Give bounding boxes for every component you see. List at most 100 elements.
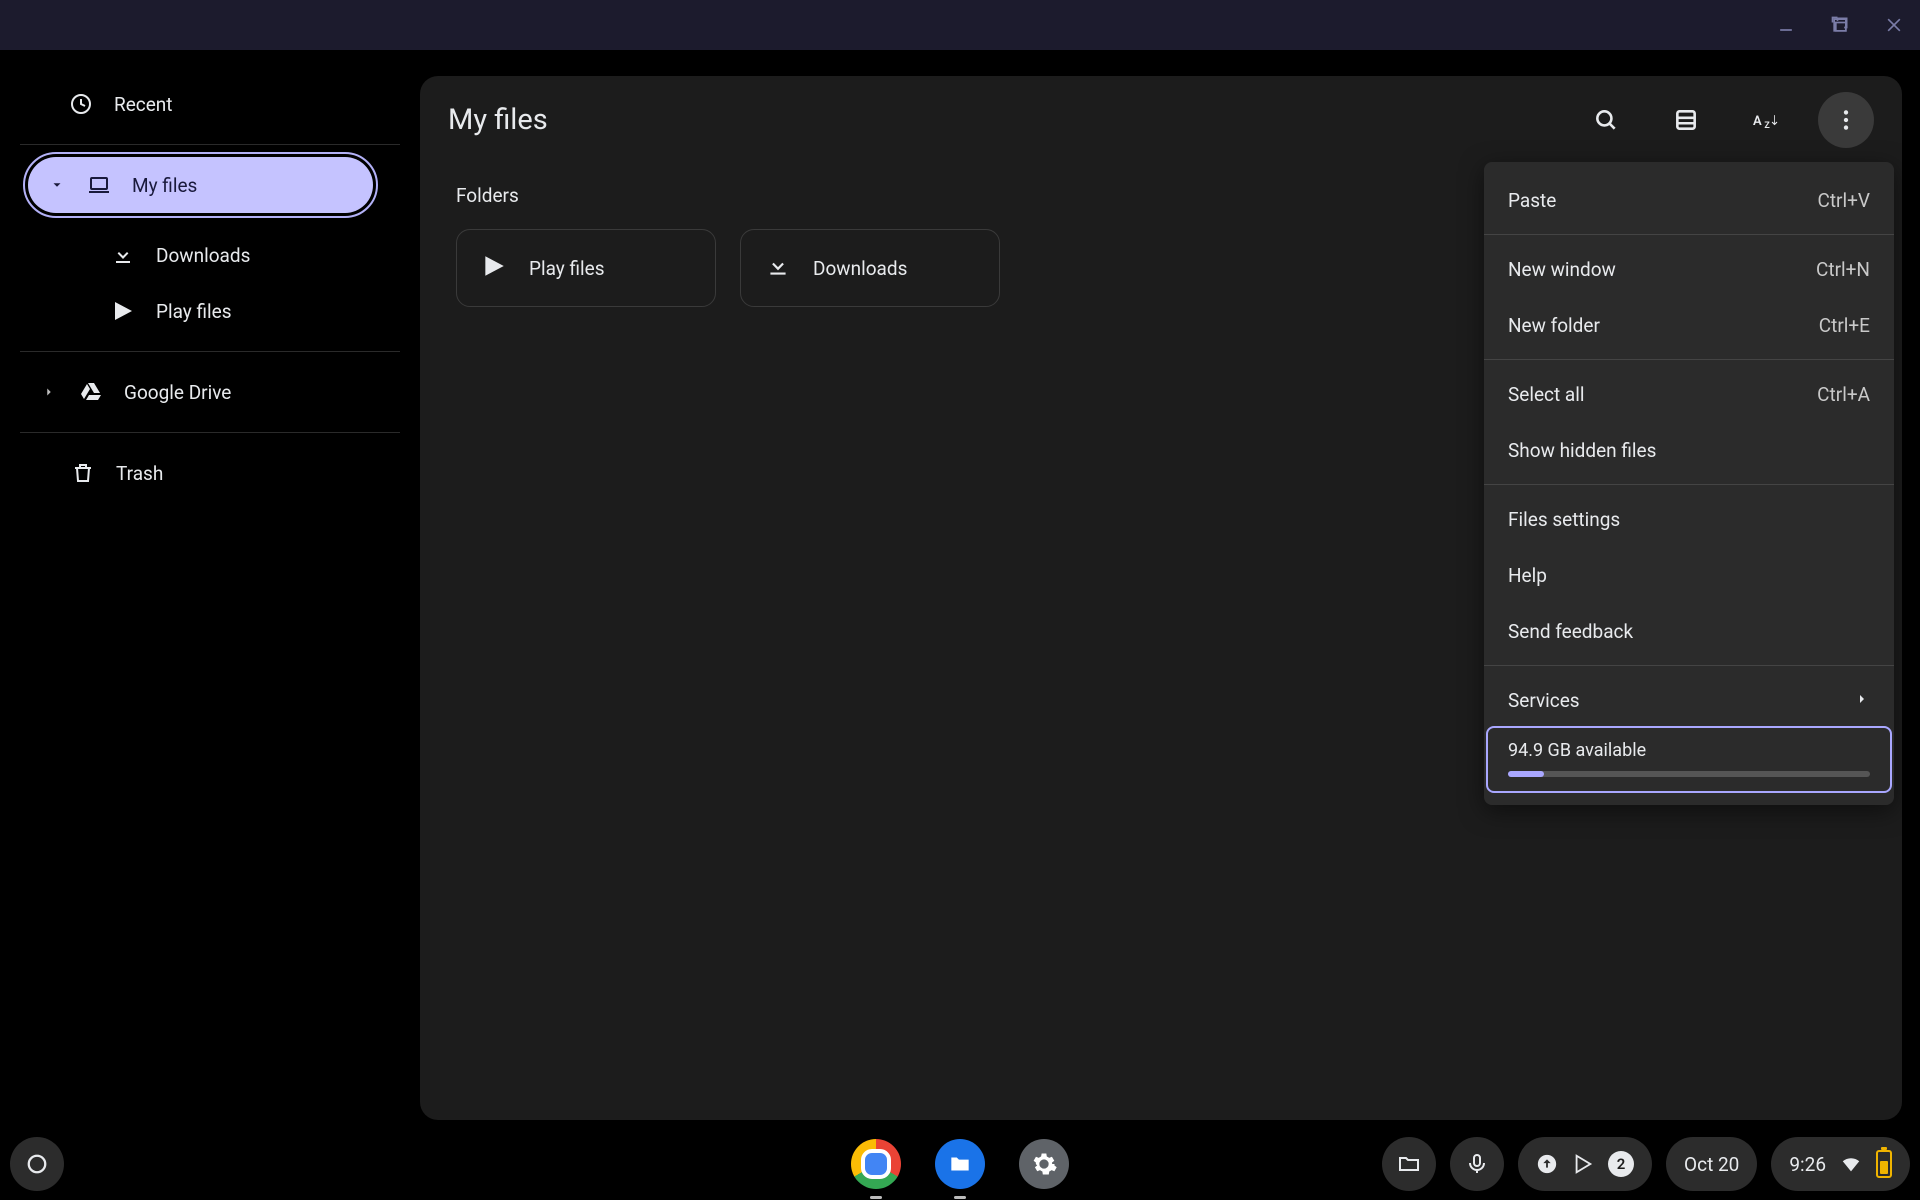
gear-icon (1019, 1139, 1069, 1189)
menu-label: Send feedback (1508, 620, 1633, 643)
storage-fill (1508, 771, 1544, 777)
sidebar-item-my-files[interactable]: My files (28, 157, 373, 213)
divider (1484, 359, 1894, 360)
more-vertical-icon (1833, 107, 1859, 133)
more-options-menu: Paste Ctrl+V New window Ctrl+N New folde… (1484, 162, 1894, 805)
notifications-badge: 2 (1608, 1151, 1634, 1177)
shelf: 2 Oct 20 9:26 (0, 1128, 1920, 1200)
divider (1484, 665, 1894, 666)
sidebar-item-trash[interactable]: Trash (20, 445, 400, 501)
menu-shortcut: Ctrl+V (1817, 189, 1870, 212)
close-button[interactable] (1880, 11, 1908, 39)
minimize-icon (1776, 15, 1796, 35)
close-icon (1884, 15, 1904, 35)
tray-status[interactable]: 9:26 (1771, 1137, 1910, 1191)
main-panel: My files AZ Folders Play files (420, 76, 1902, 1120)
launcher-icon (26, 1153, 48, 1175)
menu-item-send-feedback[interactable]: Send feedback (1484, 603, 1894, 659)
window-titlebar (0, 0, 1920, 50)
menu-label: Paste (1508, 189, 1556, 212)
menu-item-select-all[interactable]: Select all Ctrl+A (1484, 366, 1894, 422)
sort-button[interactable]: AZ (1738, 92, 1794, 148)
sidebar-label: Downloads (156, 244, 250, 267)
menu-item-storage[interactable]: 94.9 GB available (1488, 728, 1890, 791)
menu-label: Help (1508, 564, 1547, 587)
main-header: My files AZ (420, 76, 1902, 164)
date-label: Oct 20 (1684, 1153, 1739, 1176)
divider (20, 432, 400, 433)
folder-label: Play files (529, 257, 605, 280)
running-indicator (870, 1196, 882, 1199)
chevron-right-icon (1854, 689, 1870, 712)
folder-icon (1397, 1152, 1421, 1176)
sidebar-label: Google Drive (124, 381, 231, 404)
play-icon (110, 298, 136, 324)
files-icon (935, 1139, 985, 1189)
folder-card-downloads[interactable]: Downloads (740, 229, 1000, 307)
menu-item-new-window[interactable]: New window Ctrl+N (1484, 241, 1894, 297)
maximize-button[interactable] (1826, 11, 1854, 39)
divider (1484, 484, 1894, 485)
tray-files-button[interactable] (1382, 1137, 1436, 1191)
menu-item-show-hidden[interactable]: Show hidden files (1484, 422, 1894, 478)
sidebar-label: Play files (156, 300, 232, 323)
toolbar: AZ (1578, 92, 1874, 148)
trash-icon (70, 460, 96, 486)
tray-notifications[interactable]: 2 (1518, 1137, 1652, 1191)
shelf-status-area: 2 Oct 20 9:26 (1382, 1137, 1910, 1191)
battery-icon (1876, 1150, 1892, 1178)
menu-item-new-folder[interactable]: New folder Ctrl+E (1484, 297, 1894, 353)
search-button[interactable] (1578, 92, 1634, 148)
sidebar-item-downloads[interactable]: Downloads (20, 227, 400, 283)
time-label: 9:26 (1789, 1153, 1826, 1176)
sidebar-label: Recent (114, 93, 173, 116)
app-settings[interactable] (1017, 1137, 1071, 1191)
menu-item-files-settings[interactable]: Files settings (1484, 491, 1894, 547)
view-toggle-button[interactable] (1658, 92, 1714, 148)
sidebar-label: Trash (116, 462, 163, 485)
menu-shortcut: Ctrl+E (1819, 314, 1870, 337)
app-files[interactable] (933, 1137, 987, 1191)
more-options-button[interactable] (1818, 92, 1874, 148)
download-icon (110, 242, 136, 268)
menu-label: Show hidden files (1508, 439, 1656, 462)
search-icon (1593, 107, 1619, 133)
chevron-right-icon (40, 385, 58, 399)
laptop-icon (86, 172, 112, 198)
list-view-icon (1673, 107, 1699, 133)
app-chrome[interactable] (849, 1137, 903, 1191)
running-indicator (954, 1196, 966, 1199)
sort-az-icon: AZ (1753, 107, 1779, 133)
wifi-icon (1840, 1153, 1862, 1175)
menu-label: Files settings (1508, 508, 1620, 531)
minimize-button[interactable] (1772, 11, 1800, 39)
menu-label: New folder (1508, 314, 1600, 337)
download-icon (765, 253, 791, 284)
chrome-icon (851, 1139, 901, 1189)
sidebar-item-play-files[interactable]: Play files (20, 283, 400, 339)
tray-mic-button[interactable] (1450, 1137, 1504, 1191)
play-icon (481, 253, 507, 284)
svg-text:Z: Z (1764, 121, 1770, 131)
menu-item-paste[interactable]: Paste Ctrl+V (1484, 172, 1894, 228)
sidebar-item-recent[interactable]: Recent (20, 76, 400, 132)
menu-item-help[interactable]: Help (1484, 547, 1894, 603)
sidebar-label: My files (132, 174, 197, 197)
upload-notif-icon (1536, 1153, 1558, 1175)
folder-card-play-files[interactable]: Play files (456, 229, 716, 307)
divider (20, 351, 400, 352)
menu-label: New window (1508, 258, 1616, 281)
menu-shortcut: Ctrl+N (1816, 258, 1870, 281)
drive-icon (78, 379, 104, 405)
tray-date[interactable]: Oct 20 (1666, 1137, 1757, 1191)
sidebar: Recent My files Downloads Play files (0, 50, 420, 1128)
sidebar-item-google-drive[interactable]: Google Drive (20, 364, 400, 420)
restore-icon (1830, 15, 1850, 35)
chevron-down-icon (48, 178, 66, 192)
launcher-button[interactable] (10, 1137, 64, 1191)
shelf-pinned-apps (849, 1137, 1071, 1191)
svg-text:A: A (1753, 114, 1762, 129)
menu-label: Services (1508, 689, 1580, 712)
menu-item-services[interactable]: Services (1484, 672, 1894, 728)
mic-icon (1465, 1152, 1489, 1176)
